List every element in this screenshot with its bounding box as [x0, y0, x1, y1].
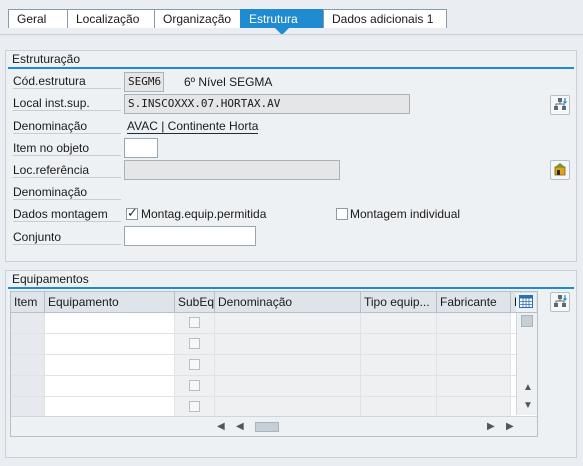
group-equipamentos-title: Equipamentos — [12, 272, 89, 286]
scroll-first-icon[interactable]: ◀ — [217, 422, 225, 432]
table-header: Item Equipamento SubEq Denominação Tipo … — [11, 292, 537, 313]
cell-denominacao — [215, 313, 361, 333]
subeq-checkbox — [189, 380, 200, 391]
table-row[interactable] — [11, 355, 537, 376]
denominacao-label: Denominação — [13, 119, 121, 134]
group-estruturacao-rule — [8, 67, 574, 69]
tab-panel-border — [0, 34, 583, 37]
cell-tipo-equip — [361, 313, 437, 333]
montag-equip-permitida-label: Montag.equip.permitida — [141, 207, 267, 221]
hierarchy-icon — [553, 97, 567, 114]
row-selector[interactable] — [11, 397, 45, 417]
row-selector[interactable] — [11, 313, 45, 333]
cell-subeq — [175, 313, 215, 333]
cell-tipo-equip — [361, 334, 437, 354]
cod-estrutura-label: Cód.estrutura — [13, 74, 121, 89]
column-header-item[interactable]: Item — [11, 292, 45, 313]
grid-settings-icon — [519, 294, 533, 311]
vertical-scroll-thumb[interactable] — [521, 315, 533, 327]
conjunto-label: Conjunto — [13, 230, 121, 245]
dados-montagem-label: Dados montagem — [13, 207, 121, 222]
row-selector[interactable] — [11, 355, 45, 375]
scroll-left-icon[interactable]: ◀ — [236, 422, 244, 432]
group-equipamentos-rule — [8, 287, 574, 289]
equipment-hierarchy-icon — [553, 294, 567, 311]
cod-estrutura-field[interactable]: SEGM6 — [124, 72, 164, 92]
tab-localizacao[interactable]: Localização — [67, 9, 155, 28]
cell-subeq — [175, 376, 215, 396]
grid-settings-button[interactable] — [516, 293, 536, 312]
column-header-fabricante[interactable]: Fabricante — [437, 292, 511, 313]
tab-organizacao[interactable]: Organização — [154, 9, 241, 28]
cell-equipamento[interactable] — [45, 397, 175, 417]
column-header-denominacao[interactable]: Denominação — [215, 292, 361, 313]
cell-tipo-equip — [361, 397, 437, 417]
vertical-scrollbar[interactable]: ▲ ▼ — [516, 313, 537, 415]
tab-estrutura[interactable]: Estrutura — [240, 9, 324, 35]
loc-referencia-field[interactable] — [124, 160, 340, 180]
cell-equipamento[interactable] — [45, 355, 175, 375]
table-row[interactable] — [11, 334, 537, 355]
local-inst-sup-field[interactable]: S.INSCOXXX.07.HORTAX.AV — [124, 94, 410, 114]
group-estruturacao-title: Estruturação — [12, 52, 81, 66]
cell-fabricante — [437, 313, 511, 333]
cell-denominacao — [215, 334, 361, 354]
equipment-table: Item Equipamento SubEq Denominação Tipo … — [10, 291, 538, 437]
horizontal-scrollbar[interactable]: ◀ ◀ ▶ ▶ — [11, 416, 537, 436]
scroll-down-icon[interactable]: ▼ — [523, 401, 533, 411]
hierarchy-button[interactable] — [550, 95, 570, 115]
item-no-objeto-label: Item no objeto — [13, 141, 121, 156]
montag-equip-permitida-checkbox[interactable]: ✓ — [126, 205, 138, 220]
denominacao-value: AVAC | Continente Horta — [127, 119, 259, 134]
scroll-last-icon[interactable]: ▶ — [506, 422, 514, 432]
equipment-hierarchy-button[interactable] — [550, 292, 570, 312]
tab-strip: Geral Localização Organização Estrutura … — [8, 9, 447, 35]
horizontal-scroll-thumb[interactable] — [255, 422, 279, 432]
conjunto-field[interactable] — [124, 226, 256, 246]
cell-equipamento[interactable] — [45, 376, 175, 396]
cell-denominacao — [215, 355, 361, 375]
montagem-individual-checkbox[interactable] — [336, 208, 348, 220]
local-inst-sup-label: Local inst.sup. — [13, 96, 121, 111]
column-header-tipo-equip[interactable]: Tipo equip... — [361, 292, 437, 313]
reference-location-button[interactable] — [550, 160, 570, 180]
reference-location-icon — [553, 162, 567, 179]
column-header-subeq[interactable]: SubEq — [175, 292, 215, 313]
checkmark-icon: ✓ — [127, 205, 138, 220]
cell-fabricante — [437, 334, 511, 354]
row-selector[interactable] — [11, 376, 45, 396]
cell-fabricante — [437, 355, 511, 375]
cell-tipo-equip — [361, 376, 437, 396]
cell-equipamento[interactable] — [45, 313, 175, 333]
tab-dados-adicionais-1[interactable]: Dados adicionais 1 — [323, 9, 447, 28]
subeq-checkbox — [189, 338, 200, 349]
subeq-checkbox — [189, 401, 200, 412]
cell-fabricante — [437, 397, 511, 417]
cod-estrutura-description: 6º Nível SEGMA — [184, 75, 273, 89]
scroll-up-icon[interactable]: ▲ — [523, 383, 533, 393]
cell-subeq — [175, 355, 215, 375]
table-row[interactable] — [11, 376, 537, 397]
table-row[interactable] — [11, 313, 537, 334]
loc-referencia-label: Loc.referência — [13, 163, 121, 178]
montagem-individual-label: Montagem individual — [350, 207, 461, 221]
item-no-objeto-field[interactable] — [124, 138, 158, 158]
tab-estrutura-label: Estrutura — [249, 12, 298, 26]
tab-geral[interactable]: Geral — [8, 9, 68, 28]
subeq-checkbox — [189, 317, 200, 328]
row-selector[interactable] — [11, 334, 45, 354]
scroll-right-icon[interactable]: ▶ — [487, 422, 495, 432]
denominacao-ref-label: Denominação — [13, 185, 121, 200]
cell-denominacao — [215, 376, 361, 396]
cell-subeq — [175, 397, 215, 417]
cell-fabricante — [437, 376, 511, 396]
column-header-equipamento[interactable]: Equipamento — [45, 292, 175, 313]
table-row[interactable] — [11, 397, 537, 418]
cell-tipo-equip — [361, 355, 437, 375]
cell-subeq — [175, 334, 215, 354]
subeq-checkbox — [189, 359, 200, 370]
cell-denominacao — [215, 397, 361, 417]
cell-equipamento[interactable] — [45, 334, 175, 354]
